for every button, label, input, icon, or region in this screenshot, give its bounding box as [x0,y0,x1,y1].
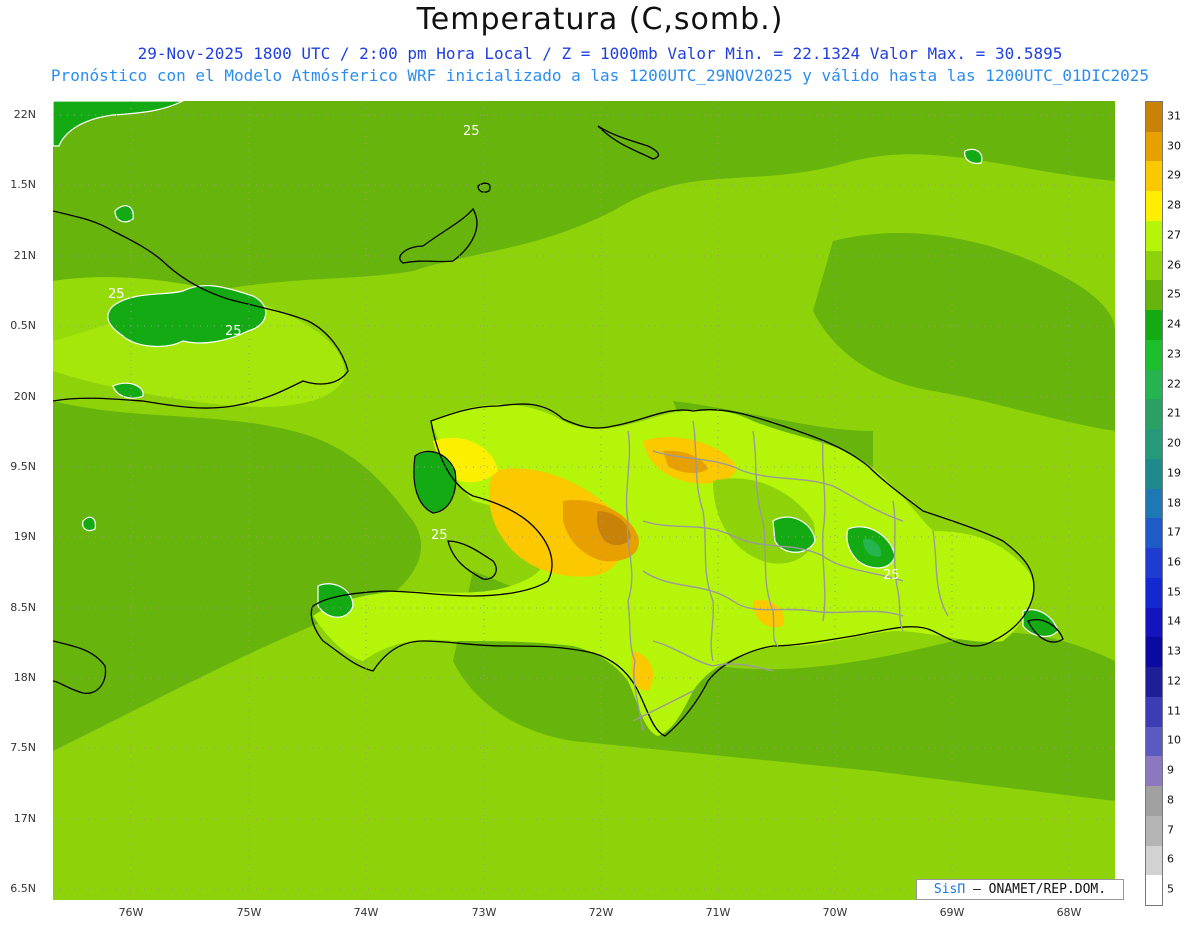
legend-swatch [1146,458,1162,490]
lat-label: 8.5N [10,601,36,614]
lon-label: 74W [353,906,379,919]
legend-swatch [1146,310,1162,341]
lon-label: 72W [588,906,614,919]
legend-label: 5 [1167,882,1174,896]
legend-label: 31 [1167,109,1181,123]
legend-label: 21 [1167,406,1181,420]
legend-label: 19 [1167,466,1181,480]
legend-swatch [1146,667,1162,698]
lat-label: 19N [13,530,36,543]
lon-label: 70W [822,906,848,919]
legend-swatch [1146,399,1162,430]
legend-swatch [1146,696,1162,728]
legend-swatch [1146,339,1162,371]
lat-label: 22N [13,108,36,121]
lat-label: 1.5N [10,178,36,191]
lat-label: 18N [13,671,36,684]
legend-label: 27 [1167,228,1181,242]
legend-label: 25 [1167,287,1181,301]
legend-label: 15 [1167,585,1181,599]
legend-label: 12 [1167,674,1181,688]
legend-swatch [1146,488,1162,519]
legend-label: 9 [1167,763,1174,777]
legend-swatch [1146,429,1162,460]
legend-label: 18 [1167,496,1181,509]
legend-label: 14 [1167,614,1181,628]
subtitle-valid-time: 29-Nov-2025 1800 UTC / 2:00 pm Hora Loca… [137,44,1063,63]
legend-label: 30 [1167,139,1181,153]
lon-label: 69W [939,906,965,919]
legend-swatch [1146,577,1162,609]
legend-swatch [1146,637,1162,668]
legend-label: 11 [1167,704,1181,718]
legend-swatch [1146,756,1162,787]
legend-label: 7 [1167,823,1174,837]
legend-swatch [1146,548,1162,579]
lat-label: 7.5N [10,741,36,754]
lon-label: 76W [118,906,144,919]
contour-label: 25 [108,287,125,302]
lon-label: 68W [1056,906,1082,919]
temperature-map[interactable]: 25 25 25 25 25 [53,101,1115,900]
legend-label: 26 [1167,258,1181,272]
contour-label: 25 [431,528,448,543]
legend-label: 24 [1167,317,1181,331]
legend-swatch [1146,518,1162,549]
legend-label: 6 [1167,852,1174,866]
legend-label: 29 [1167,168,1181,182]
legend-swatch [1146,726,1162,757]
credit-text: – ONAMET/REP.DOM. [965,882,1107,897]
credit-brand: SisΠ [933,882,966,897]
legend-label: 10 [1167,733,1181,747]
legend-label: 13 [1167,644,1181,658]
legend-swatch [1146,191,1162,222]
legend-label: 20 [1167,436,1181,450]
legend-swatch [1146,280,1162,311]
legend-swatch [1146,815,1162,846]
lat-label: 17N [13,812,36,825]
color-legend [1145,101,1163,906]
lon-label: 75W [236,906,262,919]
legend-label: 28 [1167,198,1181,212]
lat-label: 6.5N [10,882,36,895]
lat-label: 20N [13,390,36,403]
temperature-map-svg: 25 25 25 25 25 [53,101,1115,900]
legend-swatch [1146,845,1162,876]
lat-label: 0.5N [10,319,36,332]
legend-swatch [1146,875,1162,906]
lon-label: 71W [705,906,731,919]
contour-label: 25 [463,124,480,139]
lat-label: 21N [13,249,36,262]
legend-swatch [1146,161,1162,192]
legend-swatch [1146,102,1162,133]
legend-label: 23 [1167,347,1181,361]
legend-label: 17 [1167,525,1181,539]
legend-swatch [1146,607,1162,638]
legend-swatch [1146,786,1162,817]
map-title: Temperatura (C,somb.) [416,2,784,37]
credit-box: SisΠ – ONAMET/REP.DOM. [916,879,1124,900]
lon-label: 73W [471,906,497,919]
legend-swatch [1146,131,1162,162]
legend-label: 8 [1167,793,1174,807]
contour-label: 25 [225,324,242,339]
legend-swatch [1146,250,1162,281]
contour-label: 25 [883,568,900,583]
subtitle-model-info: Pronóstico con el Modelo Atmósferico WRF… [50,66,1150,85]
legend-swatch [1146,220,1162,252]
legend-label: 16 [1167,555,1181,569]
lat-label: 9.5N [10,460,36,473]
legend-label: 22 [1167,377,1181,391]
legend-swatch [1146,369,1162,400]
